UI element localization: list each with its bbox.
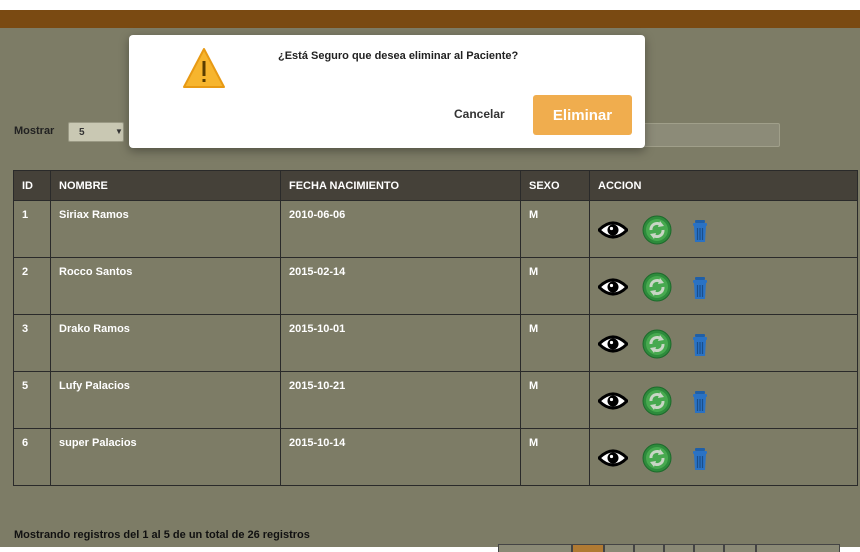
column-header-fecha[interactable]: FECHA NACIMIENTO bbox=[280, 170, 521, 201]
pagination-page-button[interactable] bbox=[694, 544, 724, 552]
dialog-message: ¿Está Seguro que desea eliminar al Pacie… bbox=[278, 50, 519, 62]
pagination-next-button[interactable] bbox=[756, 544, 840, 552]
header-bar bbox=[0, 10, 860, 28]
show-entries-label: Mostrar bbox=[14, 125, 55, 137]
cell-id: 3 bbox=[13, 314, 51, 372]
pagination-page-button[interactable] bbox=[604, 544, 634, 552]
cell-actions bbox=[589, 314, 858, 372]
column-header-accion: ACCION bbox=[589, 170, 858, 201]
trash-icon[interactable] bbox=[686, 274, 714, 300]
eye-icon[interactable] bbox=[598, 335, 628, 353]
trash-icon[interactable] bbox=[686, 445, 714, 471]
cell-actions bbox=[589, 371, 858, 429]
patients-table: ID NOMBRE FECHA NACIMIENTO SEXO ACCION 1… bbox=[13, 170, 858, 486]
cell-sexo: M bbox=[520, 428, 590, 486]
cancel-button[interactable]: Cancelar bbox=[454, 107, 505, 121]
cell-nombre: Lufy Palacios bbox=[50, 371, 281, 429]
cell-actions bbox=[589, 428, 858, 486]
cell-sexo: M bbox=[520, 371, 590, 429]
table-header-row: ID NOMBRE FECHA NACIMIENTO SEXO ACCION bbox=[13, 170, 858, 201]
cell-sexo: M bbox=[520, 314, 590, 372]
refresh-icon[interactable] bbox=[642, 215, 672, 245]
top-strip bbox=[0, 0, 860, 10]
cell-id: 5 bbox=[13, 371, 51, 429]
pagination-previous-button[interactable] bbox=[498, 544, 572, 552]
cell-fecha: 2015-10-01 bbox=[280, 314, 521, 372]
cell-fecha: 2015-10-14 bbox=[280, 428, 521, 486]
table-row: 5 Lufy Palacios 2015-10-21 M bbox=[13, 371, 858, 429]
cell-id: 6 bbox=[13, 428, 51, 486]
chevron-down-icon: ▼ bbox=[115, 127, 123, 136]
cell-id: 2 bbox=[13, 257, 51, 315]
page-size-value: 5 bbox=[79, 127, 85, 138]
cell-fecha: 2015-10-21 bbox=[280, 371, 521, 429]
search-input[interactable] bbox=[640, 123, 780, 147]
column-header-sexo[interactable]: SEXO bbox=[520, 170, 590, 201]
cell-id: 1 bbox=[13, 200, 51, 258]
pagination-page-button[interactable] bbox=[634, 544, 664, 552]
pagination-page-button[interactable] bbox=[664, 544, 694, 552]
trash-icon[interactable] bbox=[686, 331, 714, 357]
eye-icon[interactable] bbox=[598, 278, 628, 296]
table-row: 3 Drako Ramos 2015-10-01 M bbox=[13, 314, 858, 372]
eye-icon[interactable] bbox=[598, 221, 628, 239]
table-row: 1 Siriax Ramos 2010-06-06 M bbox=[13, 200, 858, 258]
column-header-nombre[interactable]: NOMBRE bbox=[50, 170, 281, 201]
refresh-icon[interactable] bbox=[642, 272, 672, 302]
pagination-page-button[interactable] bbox=[572, 544, 604, 552]
trash-icon[interactable] bbox=[686, 217, 714, 243]
cell-nombre: super Palacios bbox=[50, 428, 281, 486]
trash-icon[interactable] bbox=[686, 388, 714, 414]
eye-icon[interactable] bbox=[598, 449, 628, 467]
cell-nombre: Rocco Santos bbox=[50, 257, 281, 315]
table-row: 6 super Palacios 2015-10-14 M bbox=[13, 428, 858, 486]
column-header-id[interactable]: ID bbox=[13, 170, 51, 201]
warning-icon bbox=[182, 47, 226, 94]
refresh-icon[interactable] bbox=[642, 386, 672, 416]
delete-button[interactable]: Eliminar bbox=[533, 95, 632, 135]
cell-sexo: M bbox=[520, 200, 590, 258]
pagination-page-button[interactable] bbox=[724, 544, 756, 552]
refresh-icon[interactable] bbox=[642, 443, 672, 473]
confirm-delete-dialog: ¿Está Seguro que desea eliminar al Pacie… bbox=[129, 35, 645, 148]
eye-icon[interactable] bbox=[598, 392, 628, 410]
cell-actions bbox=[589, 257, 858, 315]
page-size-select[interactable]: 5 ▼ bbox=[68, 122, 124, 142]
table-info: Mostrando registros del 1 al 5 de un tot… bbox=[14, 529, 310, 541]
cell-actions bbox=[589, 200, 858, 258]
refresh-icon[interactable] bbox=[642, 329, 672, 359]
pagination bbox=[498, 544, 840, 552]
cell-nombre: Siriax Ramos bbox=[50, 200, 281, 258]
cell-sexo: M bbox=[520, 257, 590, 315]
cell-nombre: Drako Ramos bbox=[50, 314, 281, 372]
cell-fecha: 2015-02-14 bbox=[280, 257, 521, 315]
table-row: 2 Rocco Santos 2015-02-14 M bbox=[13, 257, 858, 315]
cell-fecha: 2010-06-06 bbox=[280, 200, 521, 258]
